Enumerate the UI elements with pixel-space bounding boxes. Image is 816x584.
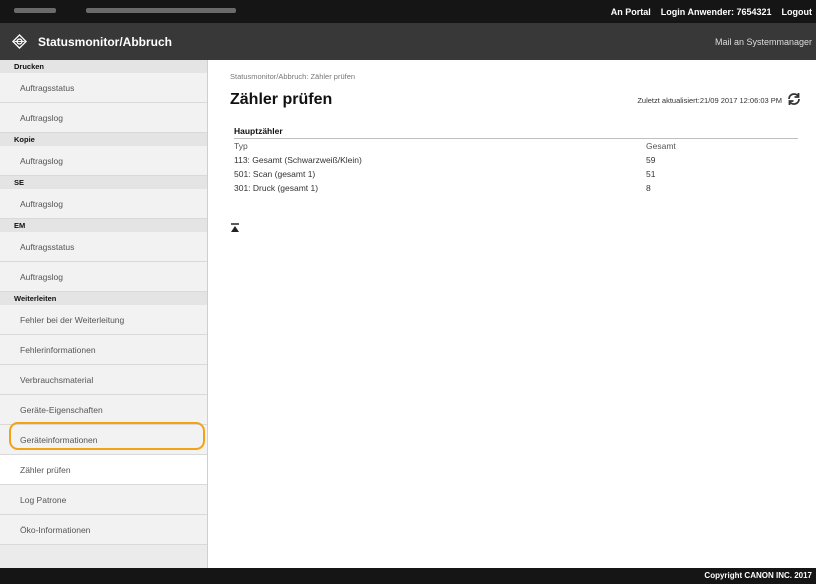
counter-table: Hauptzähler Typ Gesamt 113: Gesamt (Schw… (234, 126, 798, 195)
blurred-device-model (86, 8, 236, 13)
page-title: Zähler prüfen (230, 91, 333, 108)
portal-link[interactable]: An Portal (611, 7, 651, 17)
row-type: 113: Gesamt (Schwarzweiß/Klein) (234, 155, 362, 165)
row-total: 51 (646, 169, 656, 179)
login-user-label: Login Anwender: 7654321 (660, 6, 772, 17)
copyright-text: Copyright CANON INC. 2017 (704, 571, 812, 580)
section-title: Hauptzähler (234, 126, 798, 139)
column-header-typ: Typ (234, 141, 248, 151)
table-row: 501: Scan (gesamt 1) 51 (234, 167, 798, 181)
sidebar-item-verbrauchsmaterial[interactable]: Verbrauchsmaterial (0, 365, 207, 395)
to-top-icon[interactable] (230, 223, 240, 233)
sidebar-item-fehlerinformationen[interactable]: Fehlerinformationen (0, 335, 207, 365)
refresh-icon[interactable] (786, 92, 802, 106)
top-links: An Portal Login Anwender: 7654321 Logout (601, 0, 812, 23)
row-total: 8 (646, 183, 651, 193)
sidebar: Drucken Auftragsstatus Auftragslog Kopie… (0, 60, 208, 568)
column-header-gesamt: Gesamt (646, 141, 676, 151)
last-updated-text: Zuletzt aktualisiert:21/09 2017 12:06:03… (637, 96, 782, 105)
table-row: 113: Gesamt (Schwarzweiß/Klein) 59 (234, 153, 798, 167)
sidebar-item-geraete-eigenschaften[interactable]: Geräte-Eigenschaften (0, 395, 207, 425)
sidebar-item-fehler-weiterleitung[interactable]: Fehler bei der Weiterleitung (0, 305, 207, 335)
sidebar-item-em-auftragsstatus[interactable]: Auftragsstatus (0, 232, 207, 262)
sidebar-section-em: EM (0, 219, 207, 232)
table-row: 301: Druck (gesamt 1) 8 (234, 181, 798, 195)
table-header: Typ Gesamt (234, 139, 798, 153)
sidebar-section-weiterleiten: Weiterleiten (0, 292, 207, 305)
sidebar-item-geraeteinformationen[interactable]: Geräteinformationen (0, 425, 207, 455)
breadcrumb: Statusmonitor/Abbruch: Zähler prüfen (230, 72, 356, 81)
header-bar: Statusmonitor/Abbruch Mail an Systemmana… (0, 23, 816, 60)
sidebar-section-se: SE (0, 176, 207, 189)
sidebar-item-drucken-auftragslog[interactable]: Auftragslog (0, 103, 207, 133)
row-type: 501: Scan (gesamt 1) (234, 169, 316, 179)
sidebar-section-kopie: Kopie (0, 133, 207, 146)
top-bar: An Portal Login Anwender: 7654321 Logout (0, 0, 816, 23)
sidebar-item-se-auftragslog[interactable]: Auftragslog (0, 189, 207, 219)
row-total: 59 (646, 155, 656, 165)
sidebar-item-kopie-auftragslog[interactable]: Auftragslog (0, 146, 207, 176)
sidebar-item-oeko-informationen[interactable]: Öko-Informationen (0, 515, 207, 545)
sidebar-section-drucken: Drucken (0, 60, 207, 73)
mail-to-admin-link[interactable]: Mail an Systemmanager (715, 37, 812, 47)
app-title: Statusmonitor/Abbruch (38, 35, 172, 49)
sidebar-item-zaehler-pruefen[interactable]: Zähler prüfen (0, 455, 207, 485)
blurred-device-name (14, 8, 56, 13)
footer: Copyright CANON INC. 2017 (0, 568, 816, 584)
logout-link[interactable]: Logout (782, 7, 813, 17)
row-type: 301: Druck (gesamt 1) (234, 183, 319, 193)
sidebar-item-drucken-auftragsstatus[interactable]: Auftragsstatus (0, 73, 207, 103)
sidebar-item-em-auftragslog[interactable]: Auftragslog (0, 262, 207, 292)
status-monitor-logo-icon (12, 34, 27, 49)
sidebar-item-log-patrone[interactable]: Log Patrone (0, 485, 207, 515)
